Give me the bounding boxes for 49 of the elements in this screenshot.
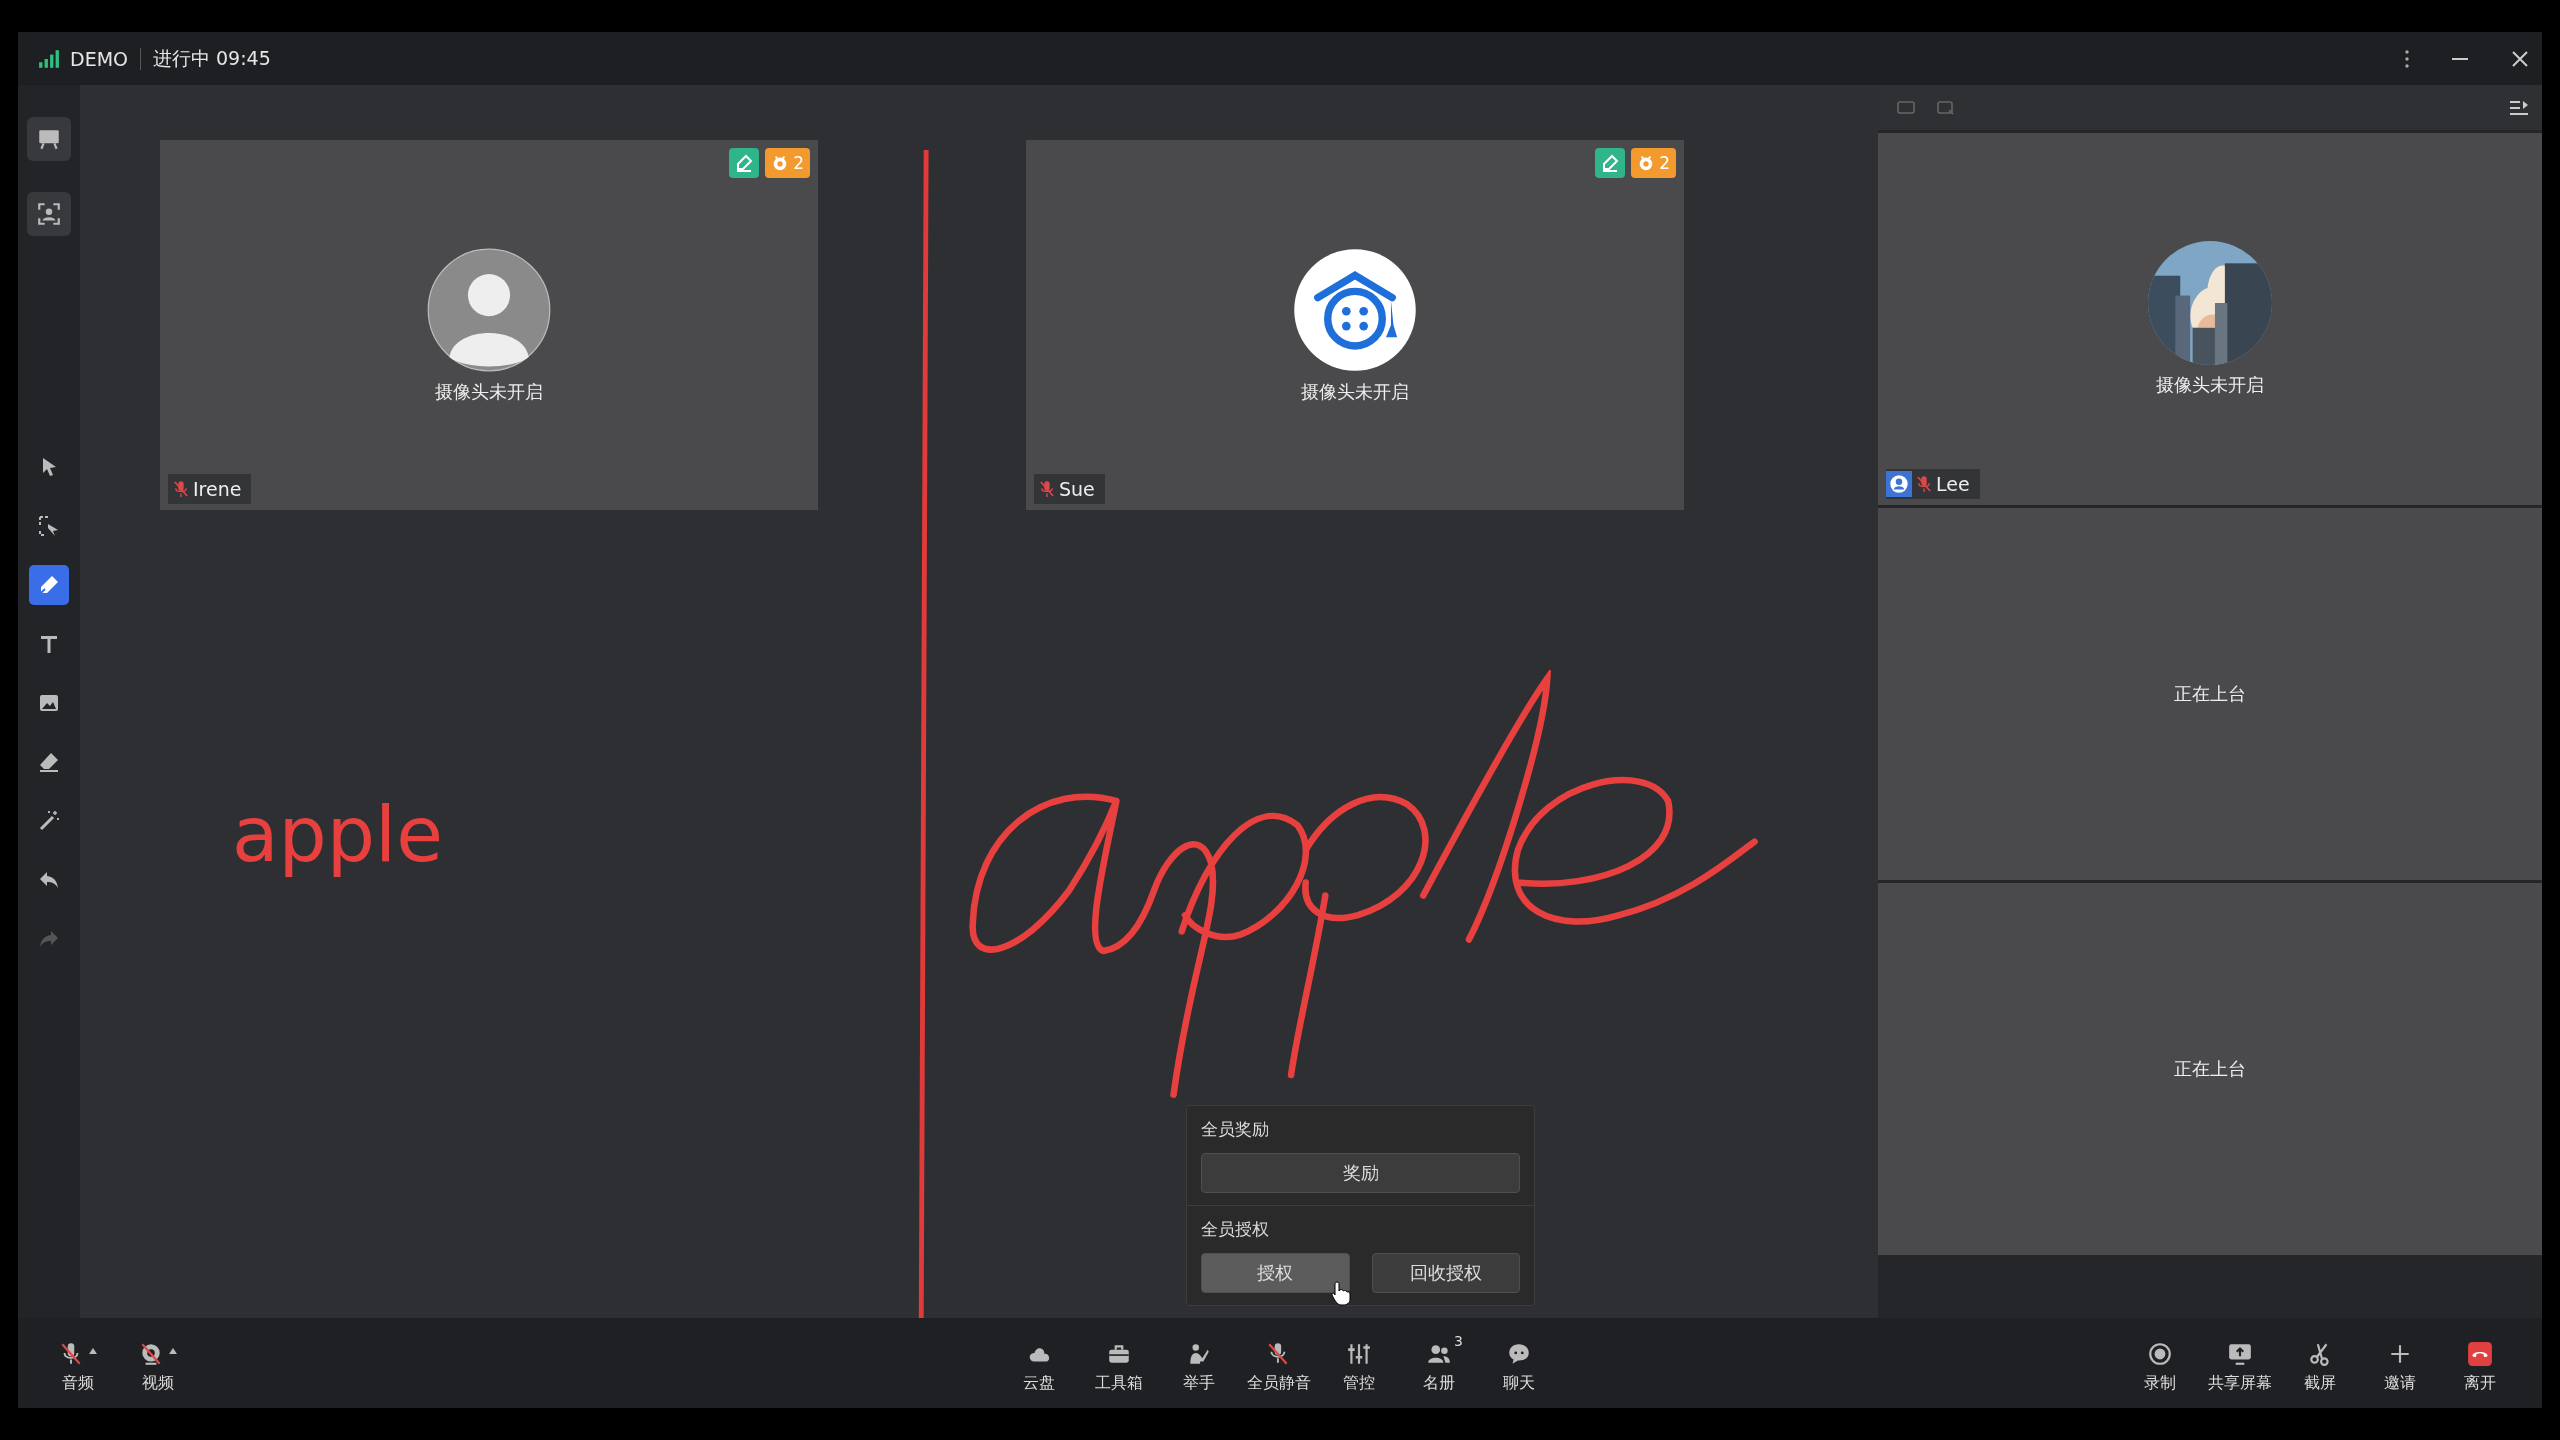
leave-button[interactable]: 离开 xyxy=(2440,1332,2520,1394)
person-avatar-icon xyxy=(427,248,551,372)
video-button[interactable]: 视频 xyxy=(118,1332,198,1394)
board-button[interactable] xyxy=(27,117,71,161)
signal-icon xyxy=(38,49,60,68)
app-name: DEMO xyxy=(70,47,128,70)
caret-icon xyxy=(88,1346,98,1355)
record-button[interactable]: 录制 xyxy=(2120,1332,2200,1394)
close-icon[interactable] xyxy=(2510,48,2530,69)
meeting-status: 进行中 09:45 xyxy=(153,45,271,71)
section-title: 全员授权 xyxy=(1201,1218,1270,1241)
collapse-list-icon[interactable] xyxy=(2508,98,2530,117)
hang-up-icon xyxy=(2467,1340,2493,1367)
participant-name: Sue xyxy=(1059,478,1095,500)
share-button[interactable]: 共享屏幕 xyxy=(2200,1332,2280,1394)
reward-badge: 2 xyxy=(765,148,810,178)
section-title: 全员奖励 xyxy=(1201,1118,1270,1141)
muteall-button[interactable]: 全员静音 xyxy=(1239,1332,1319,1394)
hand-button[interactable]: 举手 xyxy=(1159,1332,1239,1394)
participant-name: Lee xyxy=(1936,473,1970,495)
more-icon[interactable] xyxy=(2404,48,2410,69)
toolbox-button[interactable]: 工具箱 xyxy=(1079,1332,1159,1394)
roster-button[interactable]: 3 名册 xyxy=(1399,1332,1479,1394)
chat-button[interactable]: 聊天 xyxy=(1479,1332,1559,1394)
reward-badge: 2 xyxy=(1631,148,1676,178)
invite-button[interactable]: 邀请 xyxy=(2360,1332,2440,1394)
screenshot-button[interactable]: 截屏 xyxy=(2280,1332,2360,1394)
camera-status: 摄像头未开启 xyxy=(2156,373,2264,397)
popup-button[interactable]: 奖励 xyxy=(1201,1153,1520,1193)
participant-name: Irene xyxy=(193,478,242,500)
stage-status: 正在上台 xyxy=(2174,682,2246,706)
hand-cursor-icon xyxy=(1330,1280,1351,1306)
cap-logo-icon xyxy=(1293,248,1417,372)
magic-wand-icon xyxy=(37,809,61,833)
whiteboard-text: apple xyxy=(232,790,443,879)
eraser-icon xyxy=(37,750,61,774)
stage-status: 正在上台 xyxy=(2174,1057,2246,1081)
camera-status: 摄像头未开启 xyxy=(1301,380,1409,404)
cloud-button[interactable]: 云盘 xyxy=(999,1332,1079,1394)
control-button[interactable]: 管控 xyxy=(1319,1332,1399,1394)
face-frame-icon xyxy=(36,201,62,227)
audio-button[interactable]: 音频 xyxy=(38,1332,118,1394)
camera-status: 摄像头未开启 xyxy=(435,380,543,404)
pen-tool[interactable] xyxy=(29,565,69,605)
face-frame-button[interactable] xyxy=(27,192,71,236)
popup-button[interactable]: 回收授权 xyxy=(1371,1253,1520,1293)
caret-icon xyxy=(168,1346,178,1355)
count-label: 3 xyxy=(1454,1332,1463,1349)
record-icon xyxy=(2147,1340,2173,1367)
